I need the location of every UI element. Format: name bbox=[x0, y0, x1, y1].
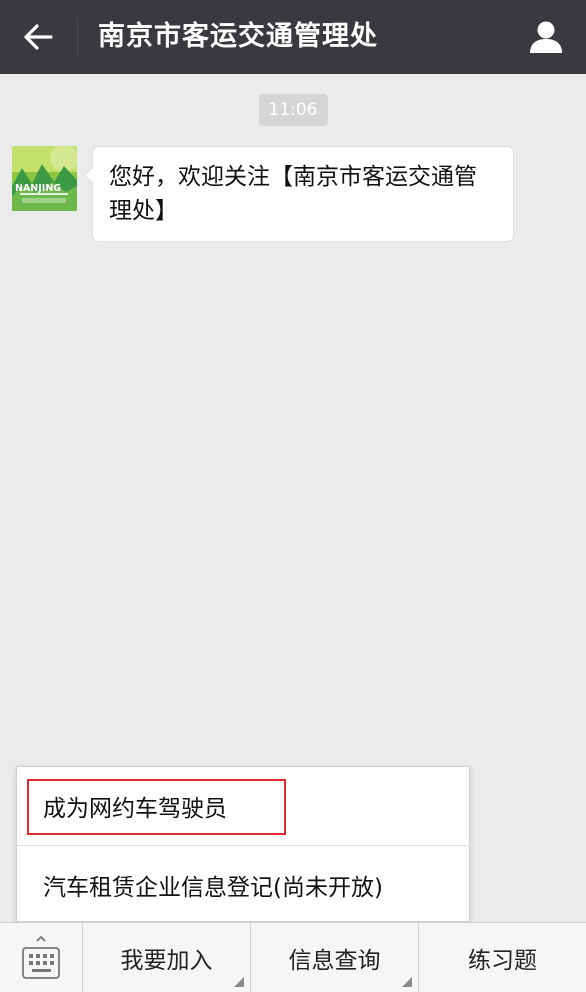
menu-button-label: 我要加入 bbox=[120, 948, 213, 974]
profile-button[interactable] bbox=[524, 14, 568, 60]
menu-item-label: 汽车租赁企业信息登记(尚未开放) bbox=[43, 874, 383, 901]
menu-button-label: 信息查询 bbox=[288, 948, 381, 974]
menu-button-query[interactable]: 信息查询 bbox=[251, 923, 419, 992]
arrow-left-icon bbox=[24, 24, 53, 50]
menu-button-join[interactable]: 我要加入 bbox=[83, 923, 251, 992]
person-icon bbox=[530, 21, 562, 53]
avatar-logo-text: NANJING bbox=[15, 183, 61, 194]
header-divider bbox=[77, 18, 78, 56]
welcome-message-text: 您好，欢迎关注【南京市客运交通管理处】 bbox=[109, 164, 477, 224]
submenu-indicator-icon bbox=[402, 977, 412, 987]
back-button[interactable] bbox=[14, 14, 62, 60]
bottom-menu-bar: 我要加入 信息查询 练习题 bbox=[0, 922, 586, 992]
submenu-indicator-icon bbox=[234, 977, 244, 987]
menu-item-label: 成为网约车驾驶员 bbox=[43, 796, 227, 822]
welcome-message-bubble: 您好，欢迎关注【南京市客运交通管理处】 bbox=[84, 146, 514, 242]
page-title: 南京市客运交通管理处 bbox=[98, 21, 378, 52]
nanjing-logo-icon: NANJING bbox=[12, 146, 77, 211]
menu-button-exercises[interactable]: 练习题 bbox=[419, 923, 586, 992]
timestamp-row: 11:06 bbox=[0, 94, 586, 126]
top-bar: 南京市客运交通管理处 bbox=[0, 0, 586, 74]
account-avatar[interactable]: NANJING bbox=[12, 146, 77, 211]
menu-button-label: 练习题 bbox=[468, 948, 537, 974]
submenu-popup: 成为网约车驾驶员 汽车租赁企业信息登记(尚未开放) bbox=[16, 766, 471, 923]
keyboard-icon bbox=[22, 935, 60, 979]
menu-item-become-driver[interactable]: 成为网约车驾驶员 bbox=[17, 767, 471, 845]
keyboard-toggle-button[interactable] bbox=[0, 923, 83, 992]
menu-item-rental-registration[interactable]: 汽车租赁企业信息登记(尚未开放) bbox=[17, 845, 471, 923]
message-timestamp: 11:06 bbox=[258, 94, 328, 126]
